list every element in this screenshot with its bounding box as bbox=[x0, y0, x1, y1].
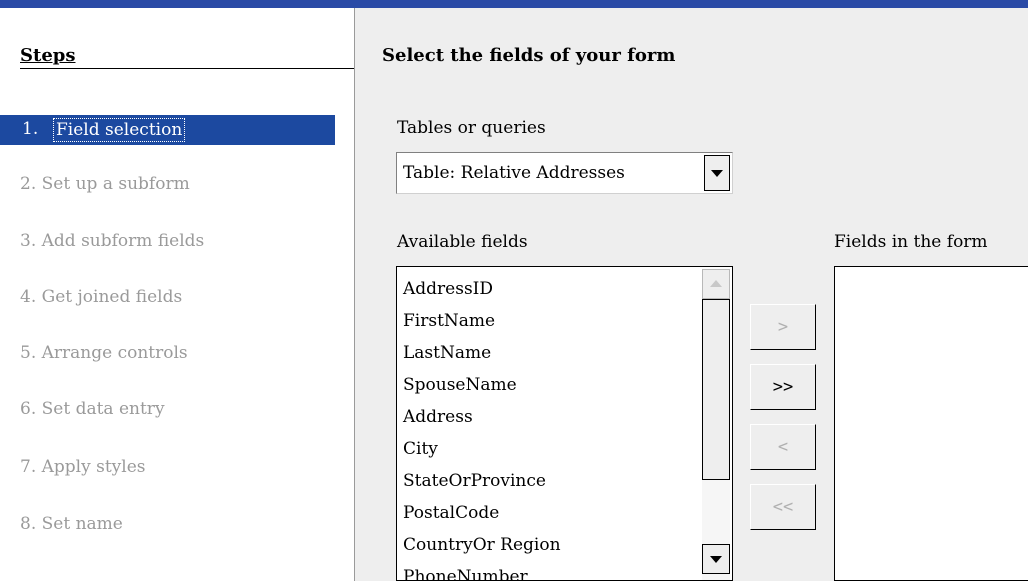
scroll-down-button[interactable] bbox=[702, 544, 730, 574]
page-heading: Select the fields of your form bbox=[382, 45, 676, 66]
list-item[interactable]: SpouseName bbox=[403, 375, 517, 395]
chevron-down-icon bbox=[711, 170, 723, 177]
step-get-joined-fields[interactable]: 4. Get joined fields bbox=[20, 287, 182, 307]
step-set-up-subform[interactable]: 2. Set up a subform bbox=[20, 174, 190, 194]
step-number: 7. bbox=[20, 457, 37, 477]
step-add-subform-fields[interactable]: 3. Add subform fields bbox=[20, 231, 204, 251]
step-number: 6. bbox=[20, 399, 37, 419]
list-item[interactable]: City bbox=[403, 439, 438, 459]
step-label: Set data entry bbox=[41, 399, 165, 419]
remove-all-fields-button[interactable]: << bbox=[750, 484, 816, 530]
step-apply-styles[interactable]: 7. Apply styles bbox=[20, 457, 146, 477]
tables-queries-label: Tables or queries bbox=[397, 118, 546, 138]
list-item[interactable]: PostalCode bbox=[403, 503, 499, 523]
list-item[interactable]: CountryOr Region bbox=[403, 535, 561, 555]
steps-underline-rule bbox=[20, 68, 354, 69]
available-fields-list[interactable]: AddressID FirstName LastName SpouseName … bbox=[396, 266, 733, 581]
step-number: 3. bbox=[20, 231, 37, 251]
list-item[interactable]: AddressID bbox=[403, 279, 493, 299]
list-item[interactable]: FirstName bbox=[403, 311, 495, 331]
list-item[interactable]: StateOrProvince bbox=[403, 471, 546, 491]
step-label: Set name bbox=[41, 514, 123, 534]
list-item[interactable]: Address bbox=[403, 407, 473, 427]
step-set-data-entry[interactable]: 6. Set data entry bbox=[20, 399, 165, 419]
step-number: 8. bbox=[20, 514, 37, 534]
step-label: Add subform fields bbox=[41, 231, 205, 251]
fields-in-form-label: Fields in the form bbox=[834, 232, 988, 252]
tables-queries-dropdown[interactable]: Table: Relative Addresses bbox=[396, 152, 733, 194]
step-number: 5. bbox=[20, 343, 37, 363]
vertical-scrollbar[interactable] bbox=[702, 269, 730, 580]
step-number: 1. bbox=[22, 119, 39, 139]
add-all-fields-button[interactable]: >> bbox=[750, 364, 816, 410]
scroll-up-button[interactable] bbox=[702, 269, 730, 299]
window-top-bar bbox=[0, 0, 1028, 8]
dropdown-button[interactable] bbox=[704, 155, 730, 191]
scroll-thumb[interactable] bbox=[702, 299, 730, 480]
step-number: 2. bbox=[20, 174, 37, 194]
step-label: Apply styles bbox=[41, 457, 146, 477]
tables-queries-value: Table: Relative Addresses bbox=[403, 163, 625, 183]
list-item[interactable]: LastName bbox=[403, 343, 491, 363]
step-set-name[interactable]: 8. Set name bbox=[20, 514, 123, 534]
step-number: 4. bbox=[20, 287, 37, 307]
step-arrange-controls[interactable]: 5. Arrange controls bbox=[20, 343, 188, 363]
chevron-down-icon bbox=[710, 556, 722, 563]
fields-in-form-list[interactable] bbox=[834, 266, 1028, 581]
remove-field-button[interactable]: < bbox=[750, 424, 816, 470]
step-field-selection[interactable]: 1. Field selection bbox=[0, 115, 335, 145]
step-label: Arrange controls bbox=[41, 343, 188, 363]
add-field-button[interactable]: > bbox=[750, 304, 816, 350]
step-label: Set up a subform bbox=[41, 174, 190, 194]
available-fields-label: Available fields bbox=[397, 232, 528, 252]
step-label: Field selection bbox=[53, 118, 186, 142]
steps-title: Steps bbox=[20, 45, 76, 66]
chevron-up-icon bbox=[710, 280, 722, 287]
step-label: Get joined fields bbox=[41, 287, 183, 307]
list-item[interactable]: PhoneNumber bbox=[403, 567, 528, 580]
